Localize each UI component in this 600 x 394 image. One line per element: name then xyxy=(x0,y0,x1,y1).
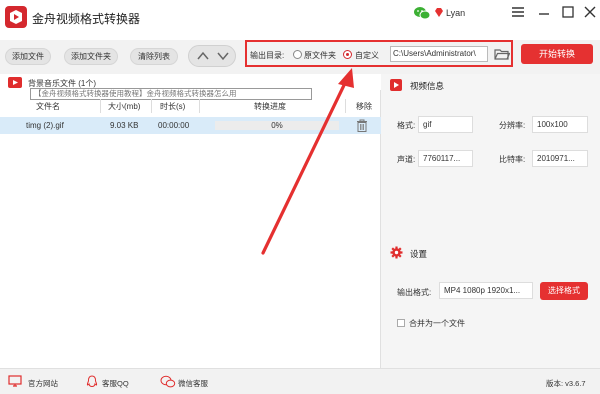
file-duration-cell: 00:00:00 xyxy=(158,121,190,130)
output-path-input[interactable]: C:\Users\Administrator\ xyxy=(390,46,488,62)
monitor-icon[interactable] xyxy=(8,375,22,389)
format-field: gif xyxy=(418,116,473,133)
column-divider xyxy=(345,99,346,113)
channel-label: 声道: xyxy=(397,155,416,164)
wechat-icon[interactable] xyxy=(414,6,431,22)
column-header-progress[interactable]: 转换进度 xyxy=(254,101,286,112)
video-info-header: 视频信息 xyxy=(381,74,600,96)
menu-icon[interactable] xyxy=(508,4,528,20)
radio-original-folder-label[interactable]: 原文件夹 xyxy=(304,50,336,61)
file-name-cell: timg (2).gif xyxy=(26,121,64,130)
close-icon[interactable] xyxy=(580,4,600,20)
channel-field: 7760117... xyxy=(418,150,473,167)
clear-list-button[interactable]: 清除列表 xyxy=(130,48,178,65)
bitrate-field: 2010971... xyxy=(532,150,588,167)
select-format-button[interactable]: 选择格式 xyxy=(540,282,588,300)
settings-header: 设置 xyxy=(381,242,600,264)
wechat-support-link[interactable]: 微信客服 xyxy=(178,378,208,389)
bitrate-label: 比特率: xyxy=(499,155,526,164)
table-row[interactable]: timg (2).gif 9.03 KB 00:00:00 0% xyxy=(0,117,381,134)
info-panel: 视频信息 格式: gif 分辨率: 100x100 声道: 7760117...… xyxy=(381,74,600,368)
column-header-remove[interactable]: 移除 xyxy=(356,101,372,112)
progress-text: 0% xyxy=(271,121,283,130)
add-file-button[interactable]: 添加文件 xyxy=(5,48,51,65)
wechat-support-icon[interactable] xyxy=(160,375,176,390)
merge-checkbox[interactable] xyxy=(397,319,405,327)
radio-original-folder[interactable] xyxy=(293,50,302,59)
column-divider xyxy=(100,99,101,113)
app-logo xyxy=(5,6,27,28)
trash-icon[interactable] xyxy=(356,119,368,134)
merge-checkbox-label[interactable]: 合并为一个文件 xyxy=(409,318,465,329)
qq-icon[interactable] xyxy=(86,375,98,390)
music-file-icon xyxy=(8,77,22,90)
start-convert-button[interactable]: 开始转换 xyxy=(521,44,593,64)
column-divider xyxy=(151,99,152,113)
move-down-icon[interactable] xyxy=(215,49,231,63)
file-size-cell: 9.03 KB xyxy=(110,121,139,130)
column-header-duration[interactable]: 时长(s) xyxy=(160,101,185,112)
tooltip: 【金舟视频格式转换器使用教程】金舟视频格式转换器怎么用 xyxy=(30,88,312,100)
title-bar: 金舟视频格式转换器 Lyan xyxy=(0,0,600,40)
resolution-label: 分辨率: xyxy=(499,121,526,130)
open-folder-icon[interactable] xyxy=(494,47,511,63)
output-format-label: 输出格式: xyxy=(397,288,432,297)
move-up-icon[interactable] xyxy=(195,49,211,63)
format-label: 格式: xyxy=(397,121,416,130)
app-title: 金舟视频格式转换器 xyxy=(32,12,141,26)
version-label: 版本: v3.6.7 xyxy=(546,379,586,388)
output-directory-label: 输出目录: xyxy=(250,51,285,60)
video-info-icon xyxy=(390,79,402,91)
video-info-title: 视频信息 xyxy=(410,81,445,91)
radio-custom-folder-label[interactable]: 自定义 xyxy=(355,50,379,61)
minimize-icon[interactable] xyxy=(534,4,554,20)
output-directory-group: 输出目录: 原文件夹 自定义 C:\Users\Administrator\ xyxy=(245,40,513,67)
file-list-panel: 背景音乐文件 (1个) 【金舟视频格式转换器使用教程】金舟视频格式转换器怎么用 … xyxy=(0,74,381,368)
settings-title: 设置 xyxy=(410,249,428,259)
column-divider xyxy=(199,99,200,113)
maximize-icon[interactable] xyxy=(558,4,578,20)
status-bar: 官方网站 客服QQ 微信客服 版本: v3.6.7 xyxy=(0,368,600,394)
add-folder-button[interactable]: 添加文件夹 xyxy=(64,48,118,65)
user-name[interactable]: Lyan xyxy=(446,8,465,18)
official-website-link[interactable]: 官方网站 xyxy=(28,378,58,389)
resolution-field: 100x100 xyxy=(532,116,588,133)
output-format-field[interactable]: MP4 1080p 1920x1... xyxy=(439,282,533,299)
column-header-size[interactable]: 大小(mb) xyxy=(108,101,140,112)
vip-diamond-icon xyxy=(434,8,444,19)
qq-support-link[interactable]: 客服QQ xyxy=(102,378,129,389)
radio-custom-folder[interactable] xyxy=(343,50,352,59)
gear-icon xyxy=(390,246,403,261)
column-header-name[interactable]: 文件名 xyxy=(36,101,60,112)
reorder-buttons xyxy=(188,45,236,67)
